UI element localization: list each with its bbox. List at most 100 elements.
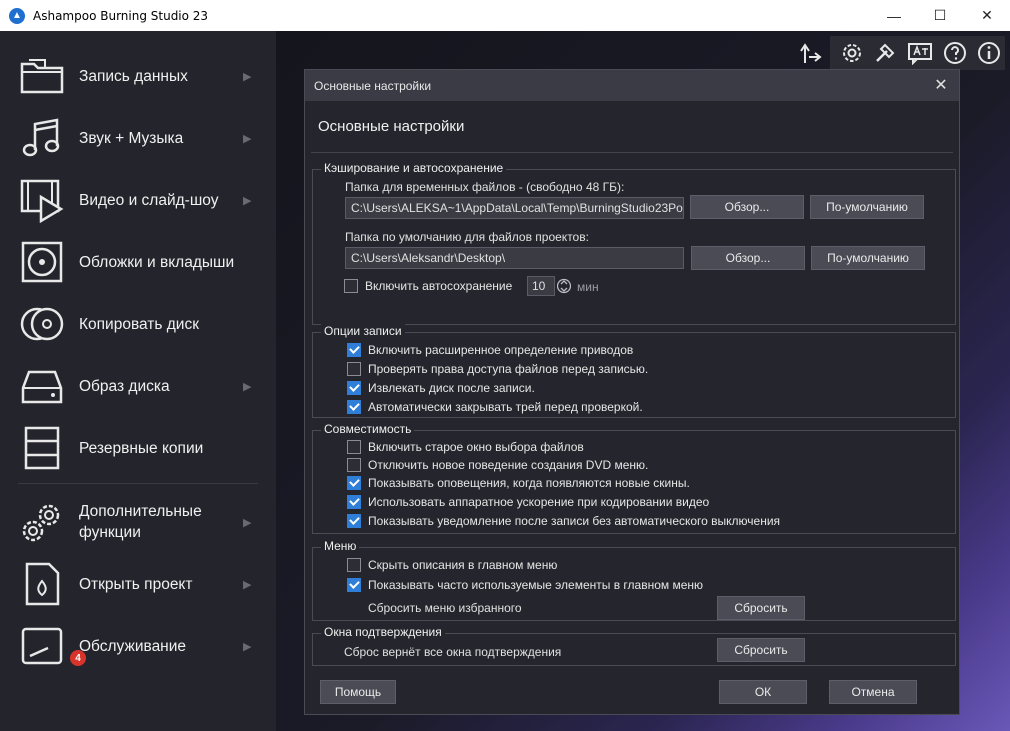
- option-notify-no-shutdown[interactable]: Показывать уведомление после записи без …: [347, 512, 780, 530]
- music-note-icon: [18, 114, 66, 162]
- option-label: Показывать уведомление после записи без …: [368, 514, 781, 528]
- checkbox-checked[interactable]: [347, 476, 361, 490]
- temp-folder-label: Папка для временных файлов - (свободно 4…: [345, 180, 625, 194]
- option-label: Использовать аппаратное ускорение при ко…: [368, 495, 710, 509]
- discs-copy-icon: [18, 300, 66, 348]
- app-flame-icon: ▲: [9, 7, 25, 24]
- checkbox-checked[interactable]: [347, 381, 361, 395]
- sidebar-item-copy-disc[interactable]: Копировать диск: [0, 293, 276, 355]
- menu-title: Меню: [321, 539, 360, 553]
- sidebar-item-video-slideshow[interactable]: Видео и слайд-шоу ▶: [0, 169, 276, 231]
- option-hardware-acceleration[interactable]: Использовать аппаратное ускорение при ко…: [347, 493, 709, 511]
- chevron-right-icon: ▶: [243, 132, 252, 145]
- folder-icon: [18, 52, 66, 100]
- record-options-group: Опции записи Включить расширенное опреде…: [312, 324, 956, 418]
- checkbox-unchecked[interactable]: [347, 362, 361, 376]
- autosave-checkbox[interactable]: [344, 279, 358, 293]
- sidebar-item-label-line2: функции: [79, 524, 141, 541]
- help-button[interactable]: Помощь: [320, 680, 396, 704]
- backup-stack-icon: [18, 424, 66, 472]
- chevron-right-icon: ▶: [243, 578, 252, 591]
- settings-dialog: Основные настройки ✕ Основные настройки …: [304, 69, 960, 715]
- compatibility-title: Совместимость: [321, 422, 415, 436]
- option-eject-after-burn[interactable]: Извлекать диск после записи.: [347, 379, 535, 397]
- main-sidebar: Запись данных ▶ Звук + Музыка ▶ Видео и …: [0, 31, 276, 731]
- option-hide-descriptions[interactable]: Скрыть описания в главном меню: [347, 556, 557, 574]
- checkbox-checked[interactable]: [347, 495, 361, 509]
- sidebar-item-backups[interactable]: Резервные копии: [0, 417, 276, 479]
- app-title: Ashampoo Burning Studio 23: [33, 8, 209, 23]
- cancel-button[interactable]: Отмена: [829, 680, 917, 704]
- option-show-frequent-items[interactable]: Показывать часто используемые элементы в…: [347, 576, 703, 594]
- temp-default-button[interactable]: По-умолчанию: [810, 195, 924, 219]
- sidebar-item-label: Открыть проект: [79, 575, 193, 593]
- checkbox-checked[interactable]: [347, 578, 361, 592]
- option-label: Извлекать диск после записи.: [368, 381, 535, 395]
- sidebar-item-label: Обслуживание: [79, 637, 187, 655]
- chevron-right-icon: ▶: [243, 70, 252, 83]
- option-disable-new-dvd-menu[interactable]: Отключить новое поведение создания DVD м…: [347, 456, 648, 474]
- temp-browse-button[interactable]: Обзор...: [690, 195, 804, 219]
- reset-favorites-button[interactable]: Сбросить: [717, 596, 805, 620]
- compatibility-group: Совместимость Включить старое окно выбор…: [312, 422, 956, 534]
- checkbox-unchecked[interactable]: [347, 558, 361, 572]
- record-options-title: Опции записи: [321, 324, 405, 338]
- project-file-icon: [18, 560, 66, 608]
- sidebar-item-label: Копировать диск: [79, 315, 199, 333]
- project-folder-label: Папка по умолчанию для файлов проектов:: [345, 230, 589, 244]
- option-check-file-permissions[interactable]: Проверять права доступа файлов перед зап…: [347, 360, 648, 378]
- project-browse-button[interactable]: Обзор...: [691, 246, 805, 270]
- autosave-checkbox-row[interactable]: Включить автосохранение: [344, 277, 512, 295]
- sidebar-item-open-project[interactable]: Открыть проект ▶: [0, 553, 276, 615]
- confirmations-group: Окна подтверждения Сброс вернёт все окна…: [312, 625, 956, 666]
- option-label: Показывать часто используемые элементы в…: [368, 578, 704, 592]
- dialog-close-icon[interactable]: ✕: [931, 75, 951, 95]
- option-extended-drive-detection[interactable]: Включить расширенное определение приводо…: [347, 341, 633, 359]
- language-icon[interactable]: [905, 36, 935, 70]
- help-icon[interactable]: [941, 36, 969, 70]
- project-folder-input[interactable]: C:\Users\Aleksandr\Desktop\: [345, 247, 684, 269]
- settings-gear-icon[interactable]: [838, 36, 866, 70]
- minimize-button[interactable]: —: [871, 0, 917, 31]
- chevron-right-icon: ▶: [243, 194, 252, 207]
- sidebar-item-label: Дополнительные функции: [79, 501, 202, 543]
- ok-button[interactable]: ОК: [719, 680, 807, 704]
- dialog-title: Основные настройки: [314, 78, 432, 93]
- gears-icon: [18, 498, 66, 546]
- app-titlebar: ▲ Ashampoo Burning Studio 23 — ☐ ✕: [0, 0, 1010, 31]
- sidebar-item-maintenance[interactable]: 4 Обслуживание ▶: [0, 615, 276, 677]
- option-old-file-dialog[interactable]: Включить старое окно выбора файлов: [347, 438, 584, 456]
- autosave-interval-input[interactable]: 10: [527, 276, 555, 296]
- tools-icon[interactable]: [871, 36, 899, 70]
- reset-confirmations-button[interactable]: Сбросить: [717, 638, 805, 662]
- checkbox-unchecked[interactable]: [347, 440, 361, 454]
- info-icon[interactable]: [975, 36, 1003, 70]
- option-new-skins-notify[interactable]: Показывать оповещения, когда появляются …: [347, 474, 690, 492]
- checkbox-checked[interactable]: [347, 400, 361, 414]
- checkbox-checked[interactable]: [347, 514, 361, 528]
- sidebar-item-label: Видео и слайд-шоу: [79, 191, 219, 209]
- maximize-button[interactable]: ☐: [917, 0, 963, 31]
- sidebar-item-label: Звук + Музыка: [79, 129, 184, 147]
- sidebar-item-covers[interactable]: Обложки и вкладыши: [0, 231, 276, 293]
- option-close-tray-before-verify[interactable]: Автоматически закрывать трей перед прове…: [347, 398, 643, 416]
- option-label: Проверять права доступа файлов перед зап…: [368, 362, 649, 376]
- project-default-button[interactable]: По-умолчанию: [811, 246, 925, 270]
- checkbox-unchecked[interactable]: [347, 458, 361, 472]
- sidebar-item-audio-music[interactable]: Звук + Музыка ▶: [0, 107, 276, 169]
- temp-folder-input[interactable]: C:\Users\ALEKSA~1\AppData\Local\Temp\Bur…: [345, 197, 684, 219]
- sidebar-item-disc-image[interactable]: Образ диска ▶: [0, 355, 276, 417]
- sidebar-divider: [18, 483, 258, 484]
- sidebar-item-label: Запись данных: [79, 67, 188, 85]
- checkbox-checked[interactable]: [347, 343, 361, 357]
- option-label: Показывать оповещения, когда появляются …: [368, 476, 690, 490]
- close-window-button[interactable]: ✕: [964, 0, 1010, 31]
- sidebar-item-extra-functions[interactable]: Дополнительные функции ▶: [0, 491, 276, 553]
- confirmations-title: Окна подтверждения: [321, 625, 445, 639]
- autosave-spinner[interactable]: [556, 276, 572, 296]
- caching-group: Кэширование и автосохранение Папка для в…: [312, 161, 956, 325]
- option-label: Скрыть описания в главном меню: [368, 558, 558, 572]
- sidebar-item-data-burn[interactable]: Запись данных ▶: [0, 45, 276, 107]
- transfer-icon[interactable]: [796, 36, 826, 70]
- chevron-right-icon: ▶: [243, 640, 252, 653]
